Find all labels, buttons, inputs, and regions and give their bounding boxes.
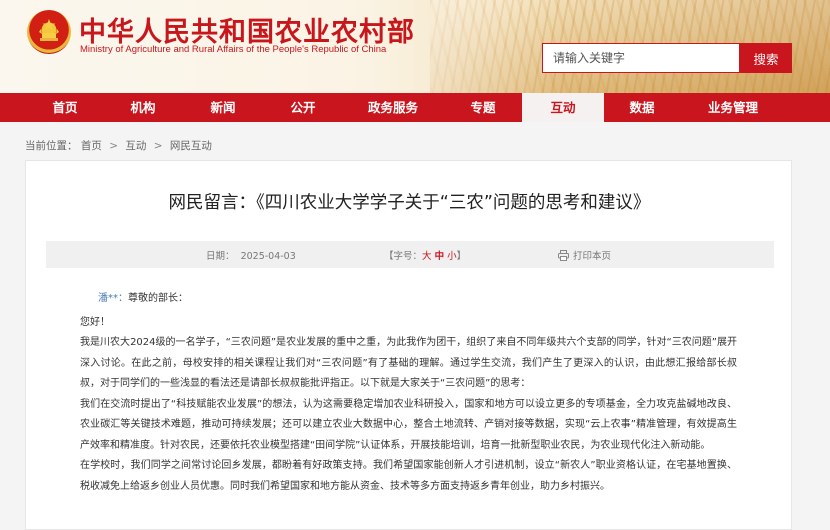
salutation: 尊敬的部长： [128, 293, 188, 304]
font-size-medium-button[interactable]: 中 [435, 251, 445, 262]
breadcrumb-netizen-interaction[interactable]: 网民互动 [170, 140, 212, 152]
article-paragraph: 我是川农大2024级的一名学子，“三农问题”是农业发展的重中之重，为此我作为团干… [80, 337, 737, 389]
font-size-large-button[interactable]: 大 [422, 251, 432, 262]
nav-item-home[interactable]: 首页 [30, 93, 100, 122]
search-button[interactable]: 搜索 [740, 43, 792, 73]
article-paragraph: 我们在交流时提出了“科技赋能农业发展”的想法，认为这需要稳定增加农业科研投入，国… [80, 398, 737, 451]
font-size-small-button[interactable]: 小 [447, 251, 457, 262]
nav-item-government-services[interactable]: 政务服务 [358, 93, 428, 122]
author-name: 潘**： [98, 293, 128, 304]
article-meta-bar: 日期： 2025-04-03 【字号：大 中 小】 打印本页 [46, 241, 774, 268]
site-subtitle: Ministry of Agriculture and Rural Affair… [80, 44, 387, 55]
nav-item-institutions[interactable]: 机构 [108, 93, 178, 122]
nav-item-business-management[interactable]: 业务管理 [688, 93, 778, 122]
nav-item-public[interactable]: 公开 [268, 93, 338, 122]
search-input[interactable] [542, 43, 740, 73]
font-size-control: 【字号：大 中 小】 [384, 251, 467, 262]
site-header: 中华人民共和国农业农村部 Ministry of Agriculture and… [0, 0, 830, 93]
breadcrumb-home[interactable]: 首页 [81, 140, 102, 152]
breadcrumb-separator: > [153, 140, 163, 152]
nav-item-data[interactable]: 数据 [607, 93, 677, 122]
main-nav: 首页 机构 新闻 公开 政务服务 专题 互动 数据 业务管理 [0, 93, 830, 122]
article-title: 网民留言：《四川农业大学学子关于“三农”问题的思考和建议》 [168, 193, 651, 213]
nav-item-news[interactable]: 新闻 [188, 93, 258, 122]
salutation-line: 潘**：尊敬的部长： [80, 289, 737, 310]
article-date: 日期： 2025-04-03 [206, 251, 296, 262]
nav-item-topics[interactable]: 专题 [448, 93, 518, 122]
greeting: 您好！ [80, 316, 110, 328]
national-emblem-icon[interactable] [27, 10, 71, 54]
nav-item-interaction[interactable]: 互动 [522, 93, 604, 122]
breadcrumb-prefix: 当前位置： [25, 140, 78, 152]
breadcrumb-interaction[interactable]: 互动 [125, 140, 146, 152]
article-paragraph: 在学校时，我们同学之间常讨论回乡发展，都盼着有好政策支持。我们希望国家能创新人才… [80, 460, 737, 492]
breadcrumb-separator: > [109, 140, 118, 152]
article-body: 潘**：尊敬的部长： 您好！ 我是川农大2024级的一名学子，“三农问题”是农业… [80, 289, 737, 497]
printer-icon [558, 250, 569, 261]
breadcrumb: 当前位置： 首页 > 互动 > 网民互动 [25, 138, 212, 153]
article-panel: 网民留言：《四川农业大学学子关于“三农”问题的思考和建议》 日期： 2025-0… [25, 160, 792, 530]
print-page-button[interactable]: 打印本页 [558, 248, 611, 262]
